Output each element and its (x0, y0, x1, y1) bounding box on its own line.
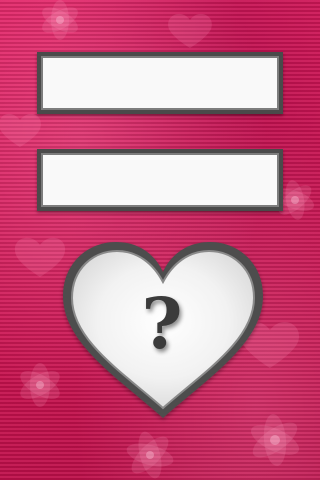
calculate-heart-button[interactable]: ? (58, 238, 268, 424)
second-name-input[interactable] (37, 149, 283, 211)
question-mark-heart-icon: ? (63, 242, 263, 418)
question-mark-symbol: ? (141, 282, 182, 365)
first-name-input[interactable] (37, 52, 283, 114)
love-calculator-screen: ? (0, 0, 320, 480)
